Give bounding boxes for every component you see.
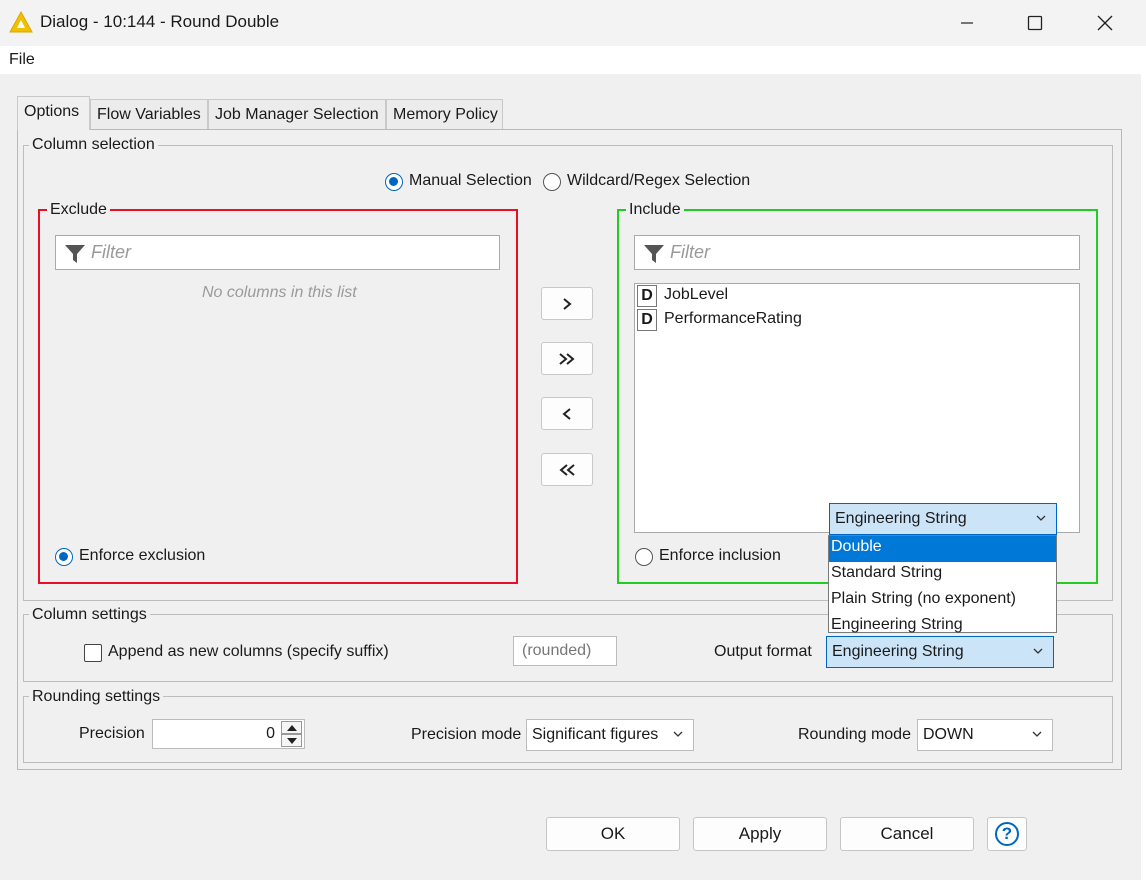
- maximize-icon: [1027, 15, 1043, 31]
- include-label: Include: [626, 201, 684, 219]
- add-button[interactable]: [541, 287, 593, 320]
- precision-mode-value: Significant figures: [532, 726, 659, 743]
- include-filter-input[interactable]: Filter: [634, 235, 1080, 270]
- double-type-icon: D: [637, 285, 657, 307]
- chevron-left-icon: [562, 407, 571, 420]
- output-format-select[interactable]: Engineering String: [826, 636, 1054, 668]
- double-type-icon: D: [637, 309, 657, 331]
- ok-button[interactable]: OK: [546, 817, 680, 851]
- chevron-down-icon: [1032, 731, 1042, 737]
- list-item[interactable]: PerformanceRating: [664, 310, 802, 328]
- exclude-label: Exclude: [47, 201, 110, 219]
- include-filter-placeholder: Filter: [670, 242, 710, 262]
- spin-up-button[interactable]: [281, 721, 302, 734]
- chevron-down-icon: [673, 731, 683, 737]
- enforce-exclusion-label[interactable]: Enforce exclusion: [79, 547, 205, 565]
- output-format-value: Engineering String: [832, 643, 964, 660]
- add-all-button[interactable]: [541, 342, 593, 375]
- enforce-exclusion-radio[interactable]: [55, 548, 73, 566]
- tab-options[interactable]: Options: [17, 96, 90, 130]
- precision-mode-label: Precision mode: [411, 726, 522, 743]
- double-chevron-right-icon: [559, 352, 575, 365]
- dropdown-option-plain-string[interactable]: Plain String (no exponent): [829, 588, 1056, 614]
- dropdown-header[interactable]: Engineering String: [829, 503, 1057, 535]
- append-columns-checkbox[interactable]: [84, 644, 102, 662]
- close-button[interactable]: [1070, 0, 1140, 46]
- cancel-button[interactable]: Cancel: [840, 817, 974, 851]
- enforce-inclusion-radio[interactable]: [635, 548, 653, 566]
- column-selection-label: Column selection: [29, 136, 158, 154]
- wildcard-selection-label[interactable]: Wildcard/Regex Selection: [567, 172, 750, 190]
- minimize-button[interactable]: [932, 0, 1002, 46]
- knime-app-icon: [9, 10, 33, 33]
- chevron-down-icon: [1036, 515, 1046, 521]
- maximize-button[interactable]: [1000, 0, 1070, 46]
- rounding-settings-label: Rounding settings: [29, 688, 164, 706]
- rounding-mode-select[interactable]: DOWN: [917, 719, 1053, 751]
- dropdown-option-double[interactable]: Double: [829, 536, 1056, 562]
- append-columns-label[interactable]: Append as new columns (specify suffix): [108, 643, 389, 661]
- apply-button[interactable]: Apply: [693, 817, 827, 851]
- column-settings-label: Column settings: [29, 606, 150, 624]
- help-icon: ?: [995, 822, 1019, 846]
- tab-memory-policy[interactable]: Memory Policy: [386, 99, 503, 129]
- triangle-down-icon: [287, 738, 297, 744]
- precision-spinner[interactable]: 0: [152, 719, 305, 749]
- dropdown-option-engineering-string[interactable]: Engineering String: [829, 614, 1056, 640]
- remove-button[interactable]: [541, 397, 593, 430]
- precision-mode-select[interactable]: Significant figures: [526, 719, 694, 751]
- chevron-down-icon: [1033, 648, 1043, 654]
- output-format-dropdown-list: Double Standard String Plain String (no …: [828, 535, 1057, 633]
- precision-label: Precision: [79, 725, 145, 742]
- precision-value: 0: [266, 725, 275, 742]
- filter-icon: [644, 245, 664, 263]
- window-title: Dialog - 10:144 - Round Double: [40, 12, 280, 31]
- window-edge: [1141, 46, 1146, 880]
- manual-selection-radio[interactable]: [385, 173, 403, 191]
- tab-flow-variables[interactable]: Flow Variables: [90, 99, 208, 129]
- list-item[interactable]: JobLevel: [664, 286, 728, 304]
- remove-all-button[interactable]: [541, 453, 593, 486]
- triangle-up-icon: [287, 725, 297, 731]
- filter-icon: [65, 245, 85, 263]
- double-chevron-left-icon: [559, 463, 575, 476]
- minimize-icon: [961, 22, 973, 24]
- manual-selection-label[interactable]: Manual Selection: [409, 172, 532, 190]
- close-icon: [1097, 15, 1113, 31]
- wildcard-selection-radio[interactable]: [543, 173, 561, 191]
- menu-bar: [0, 46, 1146, 74]
- help-button[interactable]: ?: [987, 817, 1027, 851]
- output-format-label: Output format: [714, 643, 812, 660]
- spin-down-button[interactable]: [281, 734, 302, 747]
- rounding-mode-value: DOWN: [923, 726, 974, 743]
- dropdown-header-value: Engineering String: [835, 510, 967, 527]
- exclude-filter-placeholder: Filter: [91, 242, 131, 262]
- tab-job-manager-selection[interactable]: Job Manager Selection: [208, 99, 386, 129]
- exclude-filter-input[interactable]: Filter: [55, 235, 500, 270]
- suffix-input[interactable]: (rounded): [513, 636, 617, 666]
- rounding-mode-label: Rounding mode: [798, 726, 911, 743]
- enforce-inclusion-label[interactable]: Enforce inclusion: [659, 547, 781, 565]
- chevron-right-icon: [563, 297, 572, 310]
- exclude-empty-text: No columns in this list: [202, 284, 357, 301]
- menu-file[interactable]: File: [9, 51, 35, 69]
- dropdown-option-standard-string[interactable]: Standard String: [829, 562, 1056, 588]
